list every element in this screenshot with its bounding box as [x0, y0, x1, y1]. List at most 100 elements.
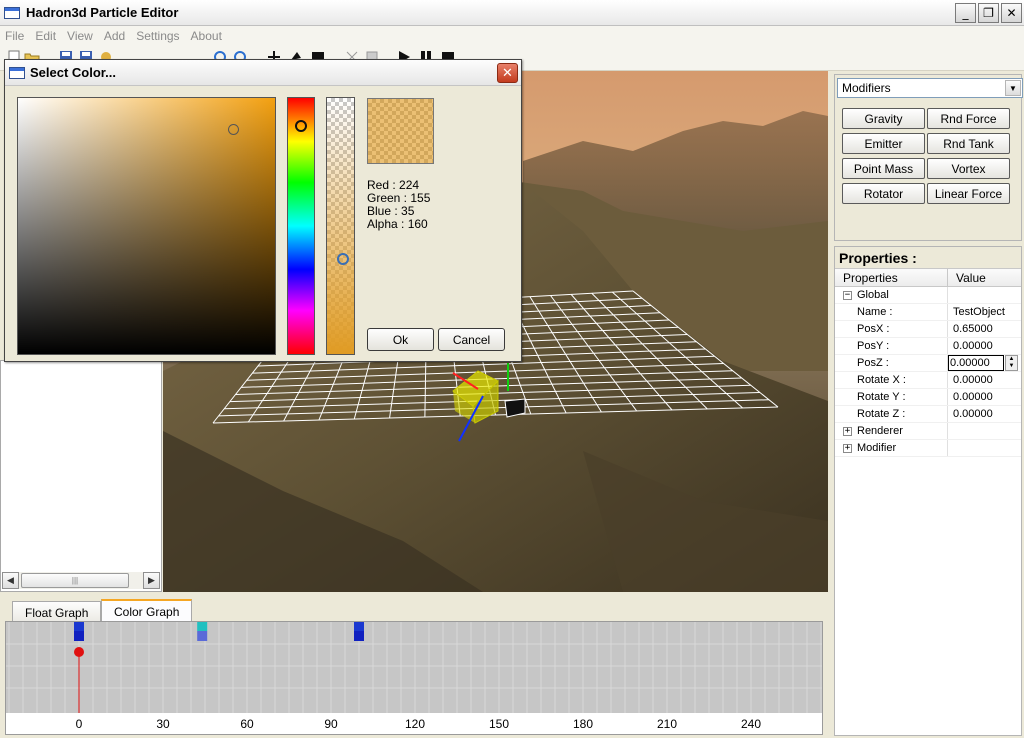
title-bar: Hadron3d Particle Editor _ ❐ ✕ — [0, 0, 1024, 26]
property-value[interactable]: 0.65000 — [948, 321, 993, 337]
graph-cursor-handle — [74, 647, 84, 657]
property-key: PosY : — [835, 338, 948, 354]
menu-settings[interactable]: Settings — [136, 29, 179, 43]
expand-icon[interactable]: + — [843, 427, 852, 436]
scroll-track[interactable]: ||| — [19, 572, 143, 589]
property-row-roty[interactable]: Rotate Y : 0.00000 — [835, 389, 1021, 406]
app-icon — [4, 6, 20, 19]
chevron-down-icon[interactable]: ▼ — [1005, 80, 1021, 96]
menu-about[interactable]: About — [191, 29, 222, 43]
posz-input[interactable]: 0.00000 — [948, 355, 1004, 371]
property-row-posz[interactable]: PosZ : 0.00000 ▲ ▼ — [835, 355, 1021, 372]
rnd-tank-button[interactable]: Rnd Tank — [927, 133, 1010, 154]
scroll-left-button[interactable]: ◀ — [2, 572, 19, 589]
alpha-slider-handle[interactable] — [337, 253, 349, 265]
saturation-value-picker[interactable] — [17, 97, 276, 355]
modifiers-group: Modifiers ▼ Gravity Rnd Force Emitter Rn… — [834, 74, 1023, 241]
properties-panel: Properties : Properties Value − Global N… — [834, 246, 1022, 736]
alpha-readout: Alpha : 160 — [367, 217, 428, 231]
graph-panel: Float Graph Color Graph 0 30 60 90 120 150 180… — [0, 597, 828, 738]
right-panel: Modifiers ▼ Gravity Rnd Force Emitter Rn… — [831, 71, 1024, 738]
alpha-slider[interactable] — [326, 97, 355, 355]
object-tree-panel[interactable] — [0, 360, 162, 592]
ok-button[interactable]: Ok — [367, 328, 434, 351]
point-mass-button[interactable]: Point Mass — [842, 158, 925, 179]
color-graph[interactable]: 0 30 60 90 120 150 180 210 240 — [5, 621, 823, 735]
dialog-title: Select Color... — [30, 65, 116, 80]
property-group-modifier[interactable]: + Modifier — [835, 440, 1021, 457]
graph-tick-label: 210 — [656, 717, 678, 731]
emitter-button[interactable]: Emitter — [842, 133, 925, 154]
property-row-rotx[interactable]: Rotate X : 0.00000 — [835, 372, 1021, 389]
sv-picker-handle[interactable] — [228, 124, 239, 135]
color-preview-swatch — [367, 98, 434, 164]
dialog-icon — [9, 66, 25, 79]
select-color-dialog: Select Color... ✕ Red : 224 Green : 155 … — [4, 59, 522, 362]
property-row-posx[interactable]: PosX : 0.65000 — [835, 321, 1021, 338]
rnd-force-button[interactable]: Rnd Force — [927, 108, 1010, 129]
collapse-icon[interactable]: − — [843, 291, 852, 300]
posz-spinner[interactable]: ▲ ▼ — [1005, 355, 1018, 371]
menu-bar: File Edit View Add Settings About — [0, 26, 1024, 45]
property-row-rotz[interactable]: Rotate Z : 0.00000 — [835, 406, 1021, 423]
property-value[interactable]: 0.00000 — [948, 338, 993, 354]
property-key: PosX : — [835, 321, 948, 337]
property-key: Rotate Z : — [835, 406, 948, 422]
graph-tick-label: 240 — [740, 717, 762, 731]
properties-title: Properties : — [835, 247, 1021, 268]
color-key-marker — [354, 622, 364, 631]
modifiers-dropdown[interactable]: Modifiers ▼ — [837, 78, 1023, 98]
color-key-marker — [197, 622, 208, 631]
window-title: Hadron3d Particle Editor — [26, 5, 179, 20]
property-group-global[interactable]: − Global — [835, 287, 1021, 304]
graph-tick-label: 30 — [156, 717, 170, 731]
tab-color-graph[interactable]: Color Graph — [101, 599, 193, 621]
column-value[interactable]: Value — [948, 269, 986, 286]
graph-tick-label: 0 — [75, 717, 83, 731]
graph-tick-label: 60 — [240, 717, 254, 731]
property-key: PosZ : — [835, 355, 948, 371]
scroll-right-button[interactable]: ▶ — [143, 572, 160, 589]
graph-tick-label: 180 — [572, 717, 594, 731]
column-properties[interactable]: Properties — [835, 269, 948, 286]
property-group-renderer[interactable]: + Renderer — [835, 423, 1021, 440]
gravity-button[interactable]: Gravity — [842, 108, 925, 129]
expand-icon[interactable]: + — [843, 444, 852, 453]
vortex-button[interactable]: Vortex — [927, 158, 1010, 179]
graph-tick-label: 150 — [488, 717, 510, 731]
linear-force-button[interactable]: Linear Force — [927, 183, 1010, 204]
property-value[interactable]: TestObject — [948, 304, 1005, 320]
menu-file[interactable]: File — [5, 29, 24, 43]
menu-view[interactable]: View — [67, 29, 93, 43]
property-key: Rotate X : — [835, 372, 948, 388]
horizontal-scrollbar[interactable]: ◀ ||| ▶ — [2, 572, 160, 590]
color-key-marker — [74, 622, 84, 631]
maximize-button[interactable]: ❐ — [978, 3, 999, 23]
rotator-button[interactable]: Rotator — [842, 183, 925, 204]
property-value[interactable]: 0.00000 — [948, 406, 993, 422]
property-row-name[interactable]: Name : TestObject — [835, 304, 1021, 321]
property-value[interactable]: 0.00000 — [948, 389, 993, 405]
property-key: Name : — [835, 304, 948, 320]
minimize-button[interactable]: _ — [955, 3, 976, 23]
dialog-close-button[interactable]: ✕ — [497, 63, 518, 83]
dialog-title-bar: Select Color... — [5, 60, 521, 86]
cancel-button[interactable]: Cancel — [438, 328, 505, 351]
red-readout: Red : 224 — [367, 178, 420, 192]
properties-header: Properties Value — [835, 268, 1021, 287]
tab-float-graph[interactable]: Float Graph — [12, 601, 102, 621]
close-button[interactable]: ✕ — [1001, 3, 1022, 23]
scroll-thumb[interactable]: ||| — [21, 573, 129, 588]
hue-slider[interactable] — [287, 97, 315, 355]
menu-edit[interactable]: Edit — [35, 29, 56, 43]
property-row-posy[interactable]: PosY : 0.00000 — [835, 338, 1021, 355]
property-key: Rotate Y : — [835, 389, 948, 405]
menu-add[interactable]: Add — [104, 29, 125, 43]
graph-tick-label: 90 — [324, 717, 338, 731]
property-value[interactable]: 0.00000 — [948, 372, 993, 388]
graph-tick-label: 120 — [404, 717, 426, 731]
modifiers-dropdown-value: Modifiers — [842, 81, 891, 95]
hue-slider-handle[interactable] — [295, 120, 307, 132]
green-readout: Green : 155 — [367, 191, 431, 205]
blue-readout: Blue : 35 — [367, 204, 415, 218]
